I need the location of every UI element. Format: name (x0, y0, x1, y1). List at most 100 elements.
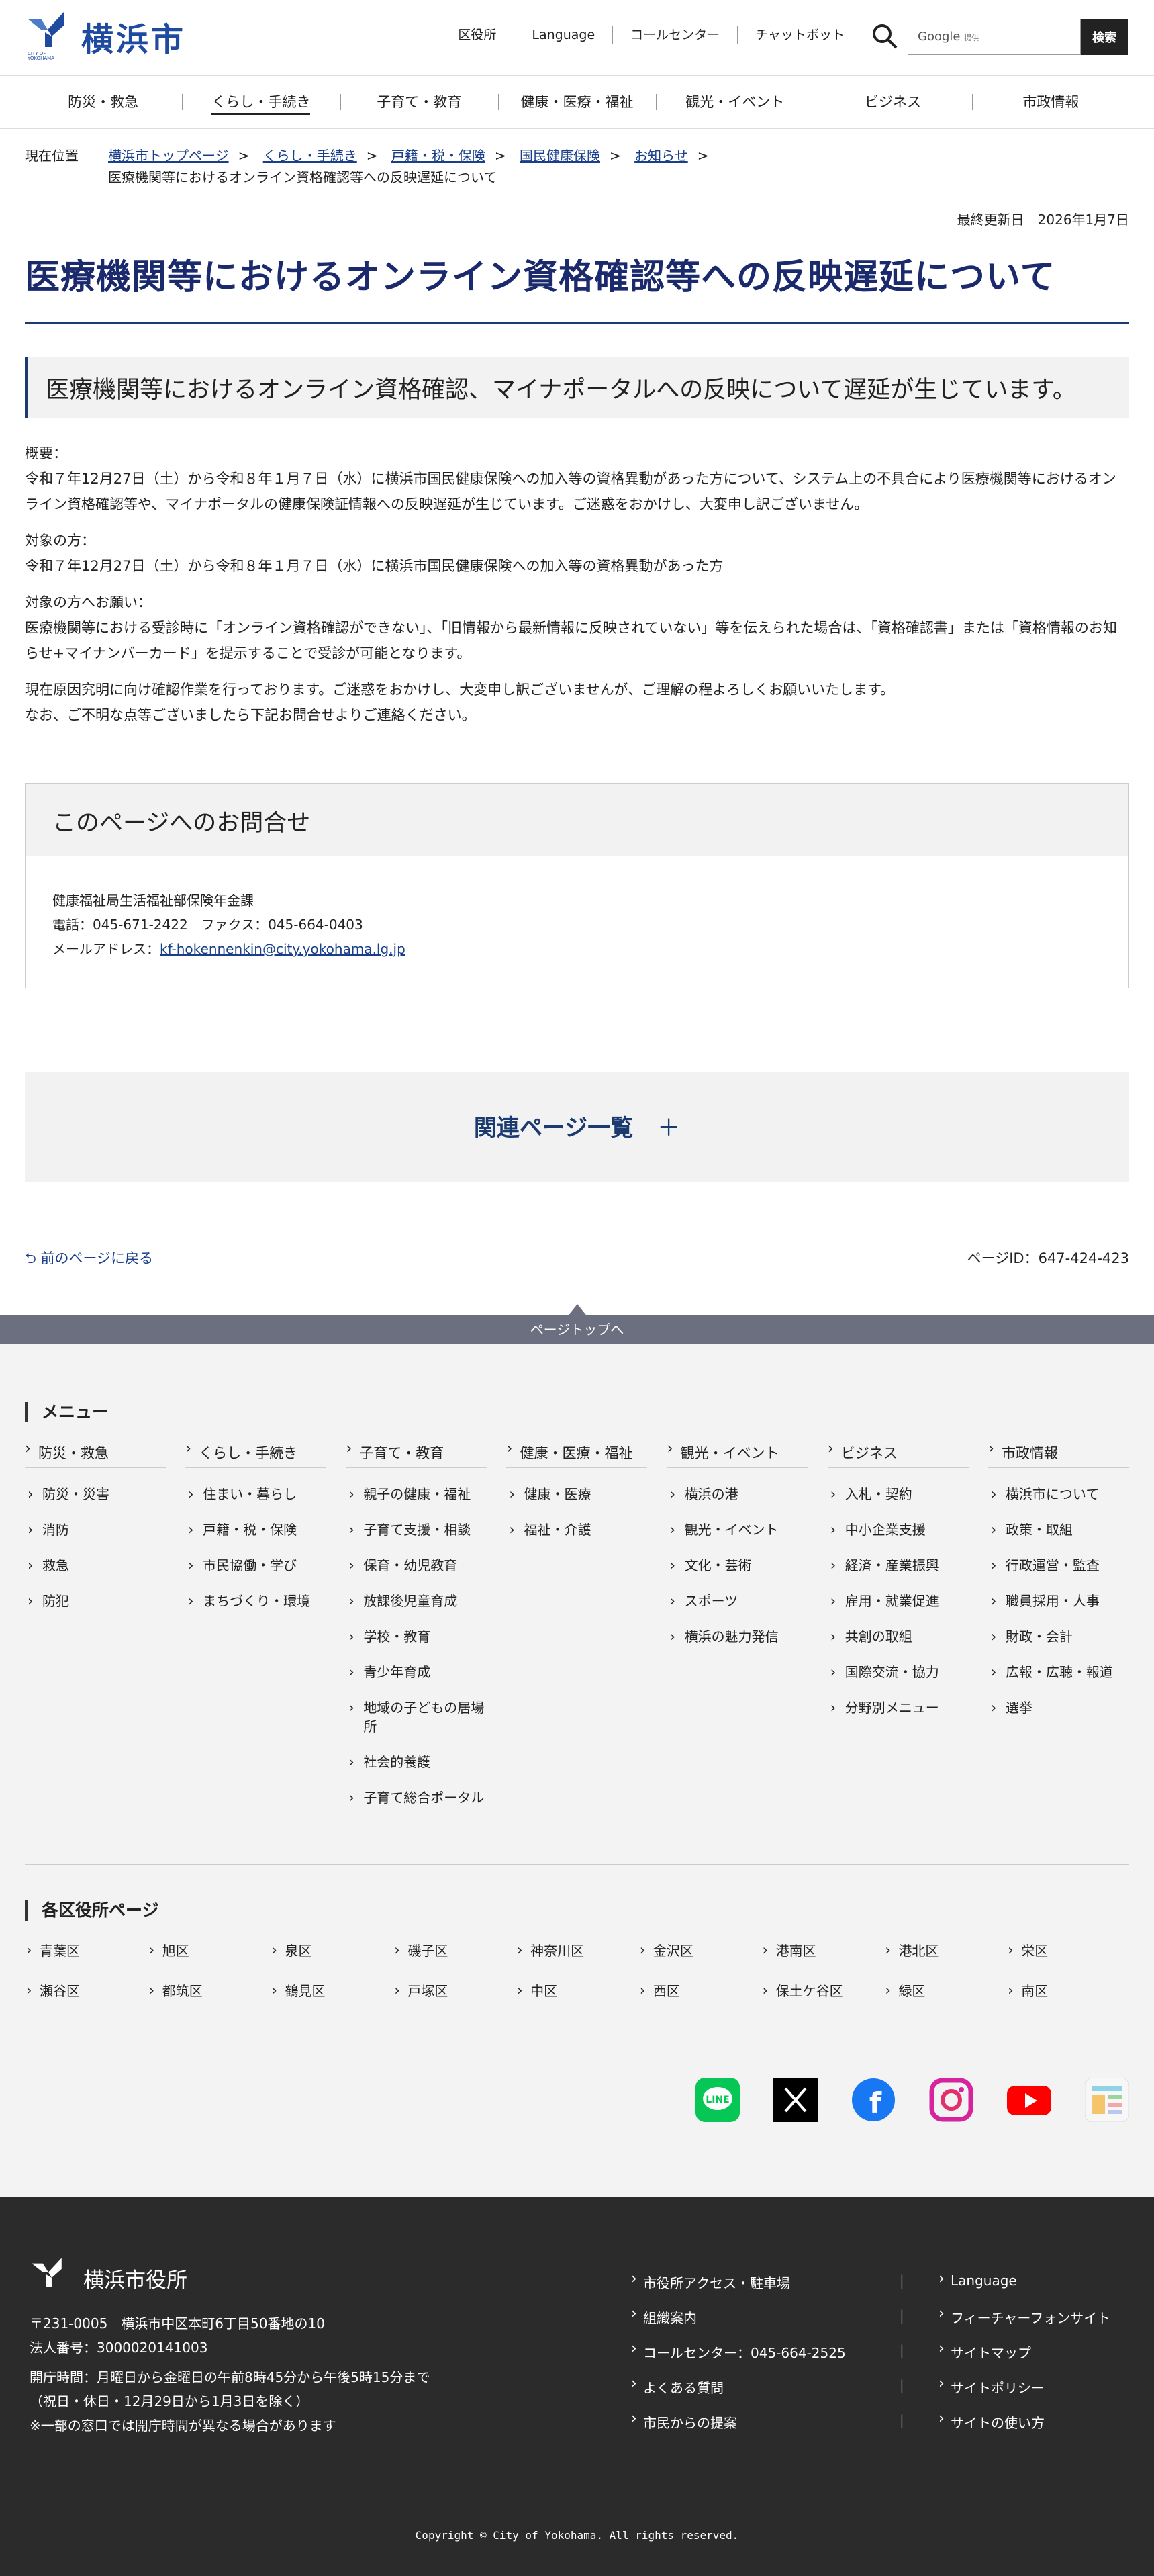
gnav-business[interactable]: ビジネス (814, 89, 971, 116)
youtube-icon[interactable] (1007, 2078, 1051, 2122)
menu-item[interactable]: 防災・災害 (25, 1485, 166, 1504)
menu-item[interactable]: 分野別メニュー (828, 1698, 969, 1717)
footer-link-sitemap[interactable]: サイトマップ (939, 2340, 1110, 2377)
page-top-button[interactable]: ページトップへ (0, 1304, 1154, 1344)
gnav-cityinfo[interactable]: 市政情報 (971, 89, 1130, 116)
ward-link[interactable]: 磯子区 (393, 1941, 516, 1960)
breadcrumb-top[interactable]: 横浜市トップページ (108, 148, 229, 164)
menu-item[interactable]: 広報・広聴・報道 (988, 1663, 1129, 1682)
menu-item[interactable]: 横浜市について (988, 1485, 1129, 1504)
x-icon[interactable] (773, 2078, 818, 2122)
ward-link[interactable]: 鶴見区 (271, 1982, 393, 2000)
menu-item[interactable]: 学校・教育 (346, 1627, 487, 1646)
footer-link-call-center[interactable]: コールセンター：045-664-2525 (631, 2340, 846, 2377)
menu-item[interactable]: 財政・会計 (988, 1627, 1129, 1646)
footer-link-access[interactable]: 市役所アクセス・駐車場 (631, 2270, 846, 2307)
ward-link[interactable]: 青葉区 (25, 1941, 148, 1960)
ward-link[interactable]: 都筑区 (148, 1982, 271, 2000)
menu-item[interactable]: 戸籍・税・保険 (185, 1520, 326, 1539)
menu-item[interactable]: 選挙 (988, 1698, 1129, 1717)
menu-item[interactable]: 国際交流・協力 (828, 1663, 969, 1682)
gnav-living[interactable]: くらし・手続き (182, 89, 340, 116)
footer-link-faq[interactable]: よくある質問 (631, 2375, 846, 2412)
ward-link[interactable]: 神奈川区 (516, 1941, 638, 1960)
line-icon[interactable]: LINE (695, 2078, 740, 2122)
breadcrumb-living[interactable]: くらし・手続き (263, 148, 357, 164)
menu-column-heading[interactable]: 防災・救急 (25, 1440, 166, 1468)
footer-link-organization[interactable]: 組織案内 (631, 2305, 846, 2342)
menu-item[interactable]: 行政運営・監査 (988, 1556, 1129, 1575)
menu-item[interactable]: 市民協働・学び (185, 1556, 326, 1575)
menu-item[interactable]: 子育て支援・相談 (346, 1520, 487, 1539)
menu-column-heading[interactable]: 健康・医療・福祉 (506, 1440, 648, 1468)
menu-column-heading[interactable]: ビジネス (827, 1440, 969, 1468)
gnav-health[interactable]: 健康・医療・福祉 (497, 89, 656, 116)
gnav-tourism[interactable]: 観光・イベント (656, 89, 814, 116)
menu-item[interactable]: まちづくり・環境 (185, 1592, 326, 1610)
menu-item[interactable]: 共創の取組 (828, 1627, 969, 1646)
menu-item[interactable]: 入札・契約 (828, 1485, 969, 1504)
menu-item[interactable]: 中小企業支援 (828, 1520, 969, 1539)
mail-link[interactable]: kf-hokennenkin@city.yokohama.lg.jp (160, 941, 405, 957)
menu-item[interactable]: 放課後児童育成 (346, 1592, 487, 1610)
ward-link[interactable]: 瀬谷区 (25, 1982, 148, 2000)
facebook-icon[interactable]: f (851, 2078, 896, 2122)
menu-item[interactable]: 親子の健康・福祉 (346, 1485, 487, 1504)
breadcrumb-family-tax[interactable]: 戸籍・税・保険 (391, 148, 485, 164)
ward-link[interactable]: 西区 (638, 1982, 761, 2000)
menu-item[interactable]: 経済・産業振興 (828, 1556, 969, 1575)
language-link[interactable]: Language (514, 26, 612, 44)
menu-item[interactable]: 住まい・暮らし (185, 1485, 326, 1504)
ward-link[interactable]: 南区 (1006, 1982, 1129, 2000)
breadcrumb-news[interactable]: お知らせ (634, 148, 688, 164)
footer-link-feature-phone[interactable]: フィーチャーフォンサイト (939, 2305, 1110, 2342)
menu-item[interactable]: 雇用・就業促進 (828, 1592, 969, 1610)
menu-item[interactable]: 救急 (25, 1556, 166, 1575)
ward-link[interactable]: 金沢区 (638, 1941, 761, 1960)
menu-item[interactable]: 子育て総合ポータル (346, 1788, 487, 1807)
ward-link[interactable]: 港北区 (883, 1941, 1006, 1960)
menu-column-heading[interactable]: 観光・イベント (667, 1440, 808, 1468)
menu-item[interactable]: 福祉・介護 (506, 1520, 647, 1539)
menu-item[interactable]: 横浜の港 (667, 1485, 808, 1504)
menu-item[interactable]: スポーツ (667, 1592, 808, 1610)
menu-item[interactable]: 青少年育成 (346, 1663, 487, 1682)
menu-item[interactable]: 地域の子どもの居場所 (346, 1698, 487, 1736)
ward-link[interactable]: 旭区 (148, 1941, 271, 1960)
ward-link[interactable]: 栄区 (1006, 1941, 1129, 1960)
search-icon[interactable] (871, 23, 898, 50)
menu-item[interactable]: 横浜の魅力発信 (667, 1627, 808, 1646)
menu-item[interactable]: 職員採用・人事 (988, 1592, 1129, 1610)
menu-item[interactable]: 健康・医療 (506, 1485, 647, 1504)
menu-item[interactable]: 観光・イベント (667, 1520, 808, 1539)
menu-column-heading[interactable]: 市政情報 (988, 1440, 1129, 1468)
menu-item[interactable]: 文化・芸術 (667, 1556, 808, 1575)
ward-link[interactable]: 港南区 (761, 1941, 884, 1960)
news-app-icon[interactable] (1085, 2078, 1129, 2122)
back-link[interactable]: ⮌ 前のページに戻る (25, 1248, 153, 1273)
search-input[interactable]: Google 提供 (908, 19, 1081, 55)
footer-link-language[interactable]: Language (939, 2270, 1110, 2307)
menu-item[interactable]: 保育・幼児教育 (346, 1556, 487, 1575)
ward-link[interactable]: 戸塚区 (393, 1982, 516, 2000)
ward-link[interactable]: 中区 (516, 1982, 638, 2000)
footer-link-policy[interactable]: サイトポリシー (939, 2375, 1110, 2412)
breadcrumb-nhi[interactable]: 国民健康保険 (520, 148, 600, 164)
instagram-icon[interactable] (929, 2078, 973, 2122)
menu-item[interactable]: 防犯 (25, 1592, 166, 1610)
call-center-link[interactable]: コールセンター (612, 26, 737, 44)
ward-office-link[interactable]: 区役所 (440, 26, 514, 44)
menu-item[interactable]: 社会的養護 (346, 1753, 487, 1772)
related-pages-toggle[interactable]: 関連ページ一覧 ＋ (25, 1072, 1129, 1182)
menu-item[interactable]: 消防 (25, 1520, 166, 1539)
footer-link-usage[interactable]: サイトの使い方 (939, 2410, 1110, 2447)
site-logo[interactable]: CITY OF YOKOHAMA 横浜市 (25, 12, 186, 60)
menu-column-heading[interactable]: くらし・手続き (185, 1440, 327, 1468)
ward-link[interactable]: 緑区 (883, 1982, 1006, 2000)
ward-link[interactable]: 保土ケ谷区 (761, 1982, 884, 2000)
gnav-disaster[interactable]: 防災・救急 (24, 89, 182, 116)
chatbot-link[interactable]: チャットボット (737, 26, 862, 44)
menu-item[interactable]: 政策・取組 (988, 1520, 1129, 1539)
menu-column-heading[interactable]: 子育て・教育 (346, 1440, 487, 1468)
search-button[interactable]: 検索 (1081, 19, 1128, 55)
